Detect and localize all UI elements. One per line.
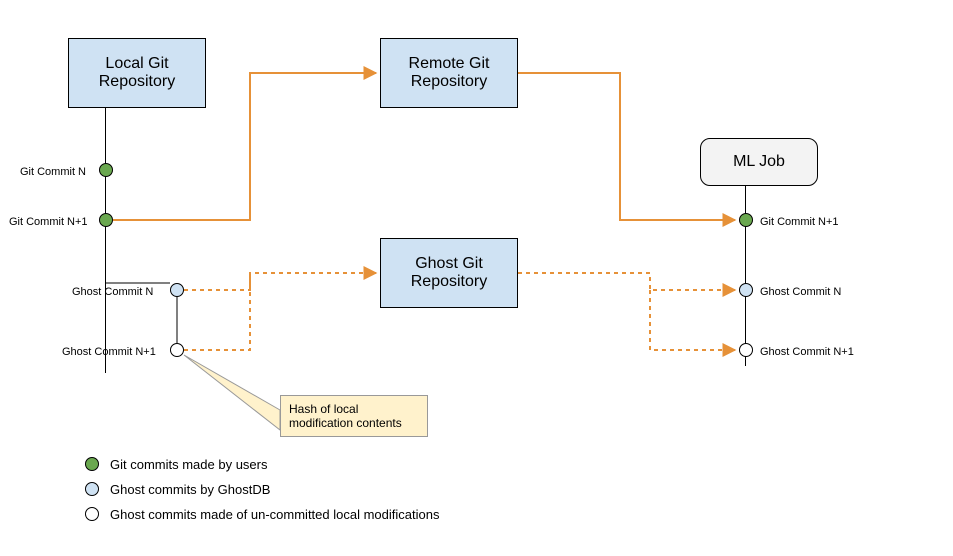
legend-white-text: Ghost commits made of un-committed local… bbox=[110, 507, 439, 522]
ghost-commit-n-label: Ghost Commit N bbox=[72, 286, 153, 298]
ghost-commit-n-dot bbox=[170, 283, 184, 297]
legend-blue-dot bbox=[85, 482, 99, 496]
ml-job-box: ML Job bbox=[700, 138, 818, 186]
ml-ghost-commit-n1-label: Ghost Commit N+1 bbox=[760, 346, 854, 358]
ml-git-commit-n1-dot bbox=[739, 213, 753, 227]
ml-git-commit-n1-label: Git Commit N+1 bbox=[760, 216, 839, 228]
ghost-commit-n1-dot bbox=[170, 343, 184, 357]
legend-green-dot bbox=[85, 457, 99, 471]
remote-git-repo-box: Remote Git Repository bbox=[380, 38, 518, 108]
local-repo-stem bbox=[105, 108, 106, 373]
git-commit-n1-label: Git Commit N+1 bbox=[9, 216, 88, 228]
legend-white-dot bbox=[85, 507, 99, 521]
local-git-repo-box: Local Git Repository bbox=[68, 38, 206, 108]
ghost-commit-n1-label: Ghost Commit N+1 bbox=[62, 346, 156, 358]
git-commit-n-dot bbox=[99, 163, 113, 177]
git-commit-n-label: Git Commit N bbox=[20, 166, 86, 178]
ml-ghost-commit-n-dot bbox=[739, 283, 753, 297]
callout-box: Hash of local modification contents bbox=[280, 395, 428, 437]
legend-blue-text: Ghost commits by GhostDB bbox=[110, 482, 270, 497]
legend-green-text: Git commits made by users bbox=[110, 457, 268, 472]
ml-ghost-commit-n1-dot bbox=[739, 343, 753, 357]
ghost-git-repo-box: Ghost Git Repository bbox=[380, 238, 518, 308]
git-commit-n1-dot bbox=[99, 213, 113, 227]
ml-ghost-commit-n-label: Ghost Commit N bbox=[760, 286, 841, 298]
